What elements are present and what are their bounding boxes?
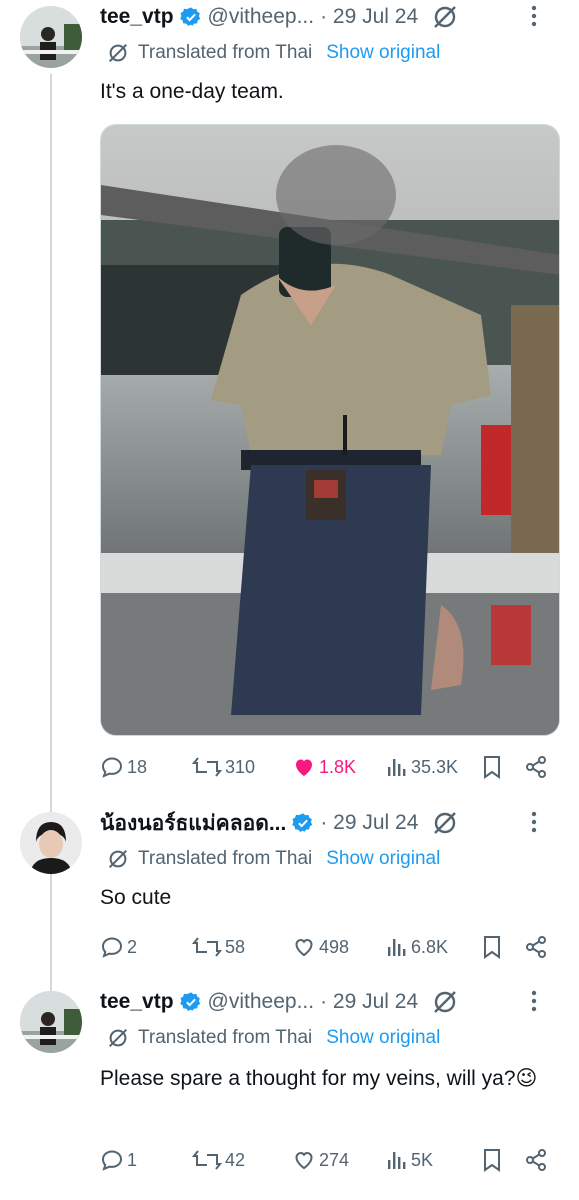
repost-count: 58 (225, 936, 246, 957)
avatar[interactable] (20, 991, 82, 1053)
tweet-text: It's a one-day team. (100, 80, 284, 103)
more-options-icon[interactable] (531, 4, 537, 34)
verified-badge-icon (179, 7, 200, 26)
views-count: 6.8K (411, 936, 449, 957)
author-handle[interactable]: @vitheep... (208, 990, 315, 1014)
share-icon (526, 936, 546, 958)
show-original-link[interactable]: Show original (326, 42, 440, 64)
bookmark-button[interactable] (482, 1145, 505, 1175)
reply-icon (101, 1150, 123, 1171)
translated-label: Translated from Thai (138, 848, 313, 869)
bookmark-icon (484, 1149, 500, 1172)
views-button[interactable]: 6.8K (386, 932, 448, 962)
avatar[interactable] (20, 812, 82, 874)
repost-button[interactable]: 58 (192, 932, 245, 962)
verified-badge-icon (179, 992, 200, 1011)
views-button[interactable]: 5K (386, 1145, 433, 1175)
repost-icon (192, 757, 222, 777)
share-button[interactable] (524, 1145, 551, 1175)
repost-button[interactable]: 42 (192, 1145, 245, 1175)
tweet-text: Please spare a thought for my veins, wil… (100, 1067, 538, 1090)
tweet[interactable]: น้องนอร์ธแม่คลอด... · 29 Jul 24 Translat… (0, 806, 579, 982)
reply-count: 1 (127, 1149, 138, 1170)
share-button[interactable] (524, 932, 551, 962)
bookmark-icon (484, 756, 500, 779)
translate-icon (108, 1028, 128, 1048)
tweet[interactable]: tee_vtp @vitheep... · 29 Jul 24 Translat… (0, 985, 579, 1190)
reply-button[interactable]: 1 (100, 1145, 137, 1175)
views-icon (388, 759, 406, 776)
like-button[interactable]: 274 (292, 1145, 349, 1175)
bookmark-icon (484, 936, 500, 959)
reply-icon (101, 937, 123, 958)
verified-badge-icon (292, 813, 313, 832)
grok-icon[interactable] (432, 989, 458, 1015)
share-button[interactable] (524, 752, 551, 782)
author-name[interactable]: tee_vtp (100, 5, 174, 29)
share-icon (526, 756, 546, 778)
share-icon (526, 1149, 546, 1171)
more-options-icon[interactable] (531, 810, 537, 840)
bookmark-button[interactable] (482, 932, 505, 962)
reply-button[interactable]: 18 (100, 752, 147, 782)
grok-icon[interactable] (432, 4, 458, 30)
translated-label: Translated from Thai (138, 1027, 313, 1048)
grok-icon[interactable] (432, 810, 458, 836)
tweet-photo[interactable] (100, 124, 560, 736)
repost-count: 42 (225, 1149, 246, 1170)
like-count: 1.8K (319, 756, 357, 777)
like-button[interactable]: 1.8K (292, 752, 356, 782)
heart-filled-icon (296, 759, 312, 776)
more-options-icon[interactable] (531, 989, 537, 1019)
author-name[interactable]: น้องนอร์ธแม่คลอด... (100, 807, 286, 840)
author-handle[interactable]: @vitheep... (208, 5, 315, 29)
translate-icon (108, 849, 128, 869)
tweet[interactable]: tee_vtp @vitheep... · 29 Jul 24 Translat… (0, 0, 579, 800)
views-count: 35.3K (411, 756, 459, 777)
reply-button[interactable]: 2 (100, 932, 137, 962)
like-count: 274 (319, 1149, 350, 1170)
views-button[interactable]: 35.3K (386, 752, 458, 782)
tweet-date[interactable]: · 29 Jul 24 (320, 5, 418, 29)
reply-icon (101, 757, 123, 778)
bookmark-button[interactable] (482, 752, 505, 782)
tweet-date[interactable]: · 29 Jul 24 (320, 990, 418, 1014)
views-icon (388, 1152, 406, 1169)
tweet-text: So cute (100, 886, 172, 909)
repost-count: 310 (225, 756, 256, 777)
translate-icon (108, 43, 128, 63)
tweet-date[interactable]: · 29 Jul 24 (320, 811, 418, 835)
heart-icon (295, 938, 313, 957)
views-count: 5K (411, 1149, 434, 1170)
reply-count: 2 (127, 936, 138, 957)
avatar[interactable] (20, 6, 82, 68)
views-icon (388, 939, 406, 956)
repost-button[interactable]: 310 (192, 752, 255, 782)
show-original-link[interactable]: Show original (326, 1027, 440, 1049)
reply-count: 18 (127, 756, 148, 777)
author-name[interactable]: tee_vtp (100, 990, 174, 1014)
show-original-link[interactable]: Show original (326, 848, 440, 870)
translated-label: Translated from Thai (138, 42, 313, 63)
heart-icon (295, 1151, 313, 1170)
repost-icon (192, 1150, 222, 1170)
like-button[interactable]: 498 (292, 932, 349, 962)
repost-icon (192, 937, 222, 957)
like-count: 498 (319, 936, 350, 957)
